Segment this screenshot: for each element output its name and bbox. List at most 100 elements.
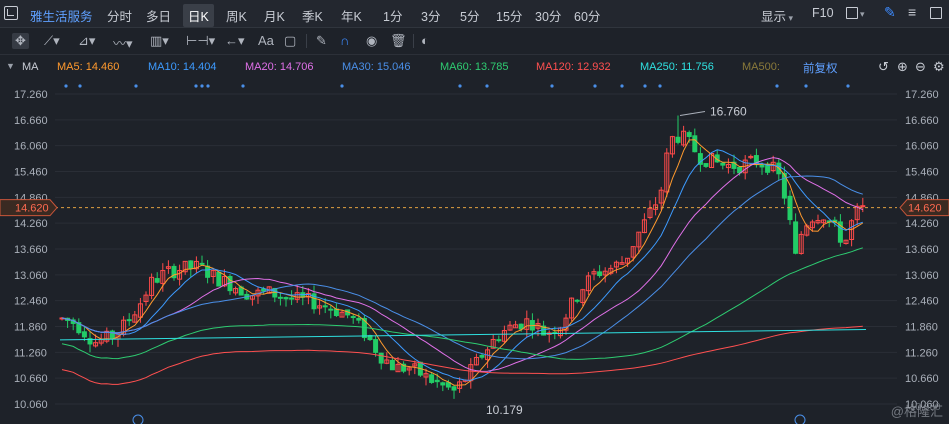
event-marker — [804, 84, 808, 88]
candle-body — [126, 319, 132, 322]
period-tab-3min[interactable]: 3分 — [421, 6, 440, 25]
event-marker — [78, 84, 82, 88]
magnet-icon[interactable]: ∩ — [340, 33, 349, 48]
zoom-out-icon[interactable]: ⊖ — [915, 59, 926, 75]
display-menu[interactable]: 显示 — [761, 6, 793, 25]
y-axis-tick-label-right: 11.260 — [905, 347, 938, 359]
y-axis-tick-label-right: 17.260 — [905, 89, 939, 101]
settings-icon[interactable]: ⚙ — [933, 59, 945, 75]
candle-body — [283, 297, 289, 300]
candle-body — [205, 265, 211, 278]
ma-legend-bar: ▼ MA MA5: 14.460 MA10: 14.404 MA20: 14.7… — [0, 56, 949, 78]
candle-body — [328, 308, 334, 311]
candle-body — [277, 296, 283, 299]
ex-dividend-marker — [132, 414, 144, 424]
chevron-down-icon[interactable]: ▾ — [860, 9, 865, 20]
y-axis-tick-label-right: 15.460 — [905, 167, 939, 179]
period-tab-30min[interactable]: 30分 — [535, 6, 561, 25]
candle-body — [574, 299, 580, 302]
fib-tool-icon[interactable]: ▥▾ — [150, 33, 169, 49]
home-icon[interactable] — [4, 6, 18, 20]
draw-pen-icon[interactable]: ✎ — [884, 4, 896, 21]
ma-value: 12.932 — [576, 61, 611, 73]
candlestick-chart[interactable]: 17.260 17.260 16.660 16.660 16.060 16.060 15.4… — [0, 78, 949, 424]
checkbox-icon[interactable] — [846, 7, 858, 19]
candle-body — [692, 135, 698, 153]
y-axis-tick-label-left: 16.060 — [14, 141, 48, 153]
period-tab-intraday[interactable]: 分时 — [107, 6, 132, 25]
event-marker — [458, 84, 462, 88]
crosshair-icon[interactable]: ✥ — [12, 33, 29, 49]
trash-icon[interactable]: 🗑 — [390, 33, 407, 49]
eye-icon[interactable]: ◉ — [366, 33, 377, 49]
event-marker — [340, 84, 344, 88]
candle-body — [81, 331, 87, 338]
f10-button[interactable]: F10 — [812, 6, 834, 20]
ma-label: MA5: — [57, 61, 83, 73]
toggle-icon[interactable]: ◐ — [421, 33, 429, 48]
channel-tool-icon[interactable]: ⊿▾ — [78, 33, 95, 49]
ma250-line — [59, 329, 867, 341]
event-marker — [643, 84, 647, 88]
ma-label: MA — [22, 61, 39, 73]
text-tool[interactable]: Aa — [258, 33, 274, 48]
ma-legend-item: MA5: 14.460 — [57, 61, 119, 73]
y-axis-tick-label-right: 16.660 — [905, 115, 939, 127]
y-axis-tick-label-right: 13.660 — [905, 244, 939, 256]
ma-value: 11.756 — [680, 61, 714, 73]
y-axis-tick-label-left: 15.460 — [14, 167, 48, 179]
event-marker — [550, 84, 554, 88]
candle-body — [429, 374, 435, 383]
stock-name[interactable]: 雅生活服务 — [30, 6, 93, 25]
line-tool-icon[interactable]: ⟋▾ — [44, 33, 60, 49]
candle-body — [373, 339, 379, 353]
ma-label: MA20: — [245, 61, 277, 73]
candle-body — [675, 136, 681, 143]
y-axis-tick-label-right: 13.060 — [905, 270, 939, 282]
undo-icon[interactable]: ↺ — [878, 59, 889, 75]
zoom-in-icon[interactable]: ⊕ — [897, 59, 908, 75]
period-tab-monthly[interactable]: 月K — [264, 6, 285, 25]
ma-dropdown-icon[interactable]: ▼ — [6, 61, 15, 71]
candle-body — [496, 339, 502, 342]
period-tab-yearly[interactable]: 年K — [341, 6, 362, 25]
ma-value: 14.460 — [85, 61, 120, 73]
event-marker — [241, 84, 245, 88]
ma-legend-item: MA60: 13.785 — [440, 61, 509, 73]
ma20-line — [61, 157, 864, 372]
period-tab-quarterly[interactable]: 季K — [302, 6, 323, 25]
range-tool-icon[interactable]: ⊢⊣▾ — [186, 33, 215, 49]
arrow-tool-icon[interactable]: ←▾ — [225, 33, 245, 49]
comment-icon[interactable]: ▢ — [284, 33, 296, 49]
event-marker — [620, 84, 624, 88]
high-annotation-leader — [679, 111, 706, 117]
drawing-toolbar: ✥ ⟋▾ ⊿▾ 〰▾ ▥▾ ⊢⊣▾ ←▾ Aa ▢ ✎ ∩ ◉ 🗑 ◐ — [0, 28, 949, 55]
y-axis-tick-label-left: 14.260 — [14, 218, 48, 230]
y-axis-tick-label-right: 12.460 — [905, 296, 939, 308]
candle-body — [860, 205, 866, 208]
candle-body — [216, 271, 222, 287]
period-tab-15min[interactable]: 15分 — [496, 6, 522, 25]
eraser-icon[interactable]: ✎ — [316, 33, 327, 49]
candle-body — [188, 260, 194, 270]
window-icon[interactable] — [930, 7, 942, 19]
event-marker — [194, 84, 198, 88]
wave-tool-icon[interactable]: 〰▾ — [113, 33, 133, 52]
high-annotation: 16.760 — [710, 105, 747, 119]
current-price-label-left: 14.620 — [15, 203, 49, 215]
menu-icon[interactable]: ≡ — [908, 4, 916, 20]
period-tab-60min[interactable]: 60分 — [574, 6, 600, 25]
ex-dividend-marker — [794, 414, 806, 424]
period-tab-5min[interactable]: 5分 — [460, 6, 479, 25]
event-marker — [658, 84, 662, 88]
period-tab-multiday[interactable]: 多日 — [146, 6, 171, 25]
event-marker — [775, 84, 779, 88]
period-tab-daily[interactable]: 日K — [183, 4, 214, 27]
ma-legend-item: MA120: 12.932 — [536, 61, 611, 73]
period-tab-weekly[interactable]: 周K — [226, 6, 247, 25]
candle-body — [289, 297, 295, 300]
adjust-mode-button[interactable]: 前复权 — [800, 60, 872, 76]
period-tab-1min[interactable]: 1分 — [383, 6, 402, 25]
candle-body — [479, 354, 485, 358]
ma-legend-item: MA10: 14.404 — [148, 61, 217, 73]
